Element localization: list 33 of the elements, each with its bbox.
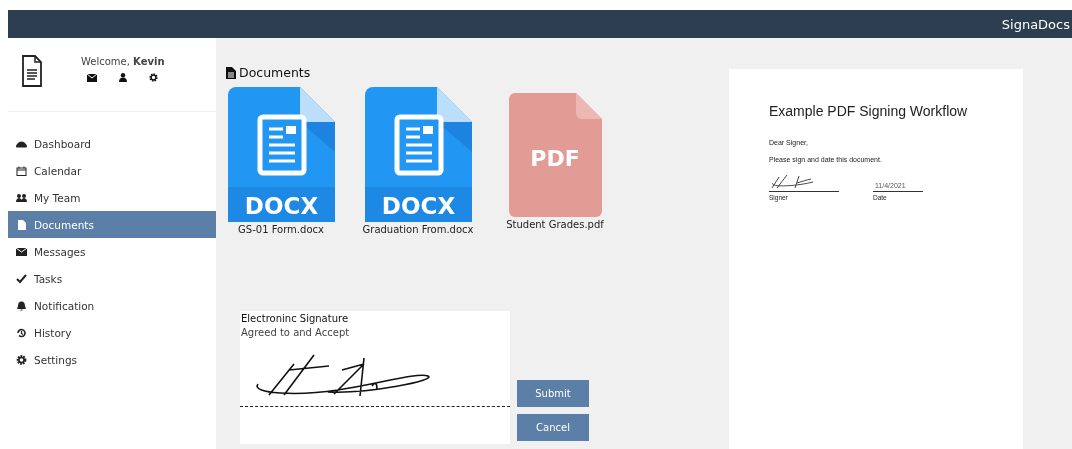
- submit-button[interactable]: Submit: [517, 380, 589, 407]
- file-name[interactable]: GS-01 Form.docx: [238, 224, 324, 235]
- signature-pad[interactable]: Electroninc Signature Agreed to and Accept: [240, 311, 510, 444]
- sidebar-item[interactable]: Messages: [8, 238, 216, 265]
- sidebar-item[interactable]: Notification: [8, 292, 216, 319]
- sidebar-item[interactable]: Settings: [8, 346, 216, 373]
- user-icon[interactable]: [119, 73, 128, 82]
- file-name[interactable]: Student Grades.pdf: [506, 219, 604, 230]
- sidebar-item[interactable]: Tasks: [8, 265, 216, 292]
- docx-file-icon[interactable]: DOCX: [364, 87, 472, 222]
- sidebar-item[interactable]: Dashboard: [8, 130, 216, 157]
- check-icon: [16, 273, 27, 284]
- cancel-button[interactable]: Cancel: [517, 414, 589, 441]
- section-title: Documents: [239, 65, 311, 80]
- brand-name[interactable]: SignaDocs: [1001, 16, 1072, 32]
- mail-icon[interactable]: [87, 73, 98, 82]
- team-icon: [16, 192, 27, 203]
- docx-file-icon[interactable]: DOCX: [227, 87, 335, 222]
- history-icon: [16, 327, 27, 338]
- sidebar-item[interactable]: Documents: [8, 211, 216, 238]
- bell-icon: [16, 300, 27, 311]
- settings-icon: [16, 354, 27, 365]
- mail-icon: [16, 246, 27, 257]
- settings-icon[interactable]: [149, 73, 159, 82]
- signature-subtitle: Agreed to and Accept: [241, 327, 351, 338]
- sidebar-item[interactable]: History: [8, 319, 216, 346]
- sidebar-item[interactable]: My Team: [8, 184, 216, 211]
- signature-title: Electroninc Signature: [241, 313, 350, 324]
- calendar-icon: [16, 165, 27, 176]
- preview-title: Example PDF Signing Workflow: [769, 103, 969, 119]
- welcome-text: Welcome, Kevin: [81, 56, 165, 67]
- file-name[interactable]: Graduation From.docx: [362, 224, 474, 235]
- sidebar-item[interactable]: Calendar: [8, 157, 216, 184]
